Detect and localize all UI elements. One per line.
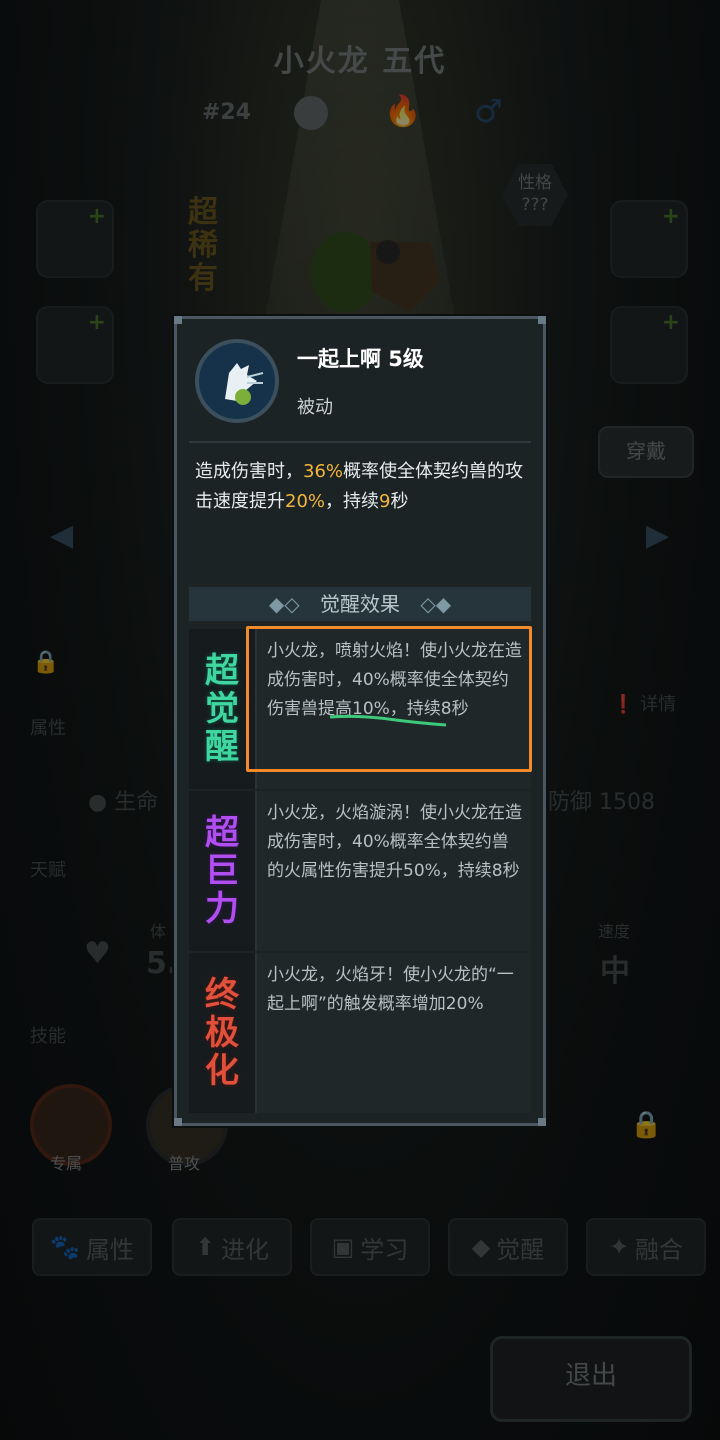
frame-corner <box>174 1118 182 1126</box>
awakening-row-2: 超巨力 小火龙，火焰漩涡！使小火龙在造成伤害时，40%概率全体契约兽的火属性伤害… <box>189 791 531 951</box>
skill-description: 造成伤害时，36%概率使全体契约兽的攻击速度提升20%，持续9秒 <box>195 457 525 517</box>
desc-highlight: 36% <box>303 461 344 482</box>
frame-corner <box>538 316 546 324</box>
annotation-underline <box>329 714 447 727</box>
skill-icon <box>195 339 279 423</box>
desc-text: 造成伤害时， <box>195 461 303 482</box>
awakening-text: 小火龙，火焰牙！使小火龙的“一起上啊”的触发概率增加20% <box>267 965 514 1014</box>
skill-type: 被动 <box>297 397 333 418</box>
desc-highlight: 9 <box>379 491 391 512</box>
rooster-icon <box>225 363 264 405</box>
desc-highlight: 20% <box>285 491 326 512</box>
annotation-highlight-box <box>246 626 532 772</box>
awakening-text: 小火龙，火焰漩涡！使小火龙在造成伤害时，40%概率全体契约兽的火属性伤害提升50… <box>267 803 522 881</box>
awaken-header-label: 觉醒效果 <box>320 592 400 616</box>
divider <box>189 441 531 443</box>
diamond-left-icon: ◆◇ <box>268 592 300 616</box>
diamond-right-icon: ◇◆ <box>420 592 452 616</box>
badge-ultimate: 终极化 <box>189 953 257 1113</box>
skill-name: 一起上啊 5级 <box>297 347 424 371</box>
awaken-header: ◆◇ 觉醒效果 ◇◆ <box>189 587 531 621</box>
badge-text: 终极化 <box>205 975 239 1091</box>
desc-text: ，持续 <box>325 491 380 512</box>
awakening-row-3: 终极化 小火龙，火焰牙！使小火龙的“一起上啊”的触发概率增加20% <box>189 953 531 1113</box>
badge-text: 超觉醒 <box>205 651 239 767</box>
desc-text: 秒 <box>390 491 409 512</box>
frame-corner <box>538 1118 546 1126</box>
badge-super-power: 超巨力 <box>189 791 257 951</box>
badge-text: 超巨力 <box>205 813 239 929</box>
frame-corner <box>174 316 182 324</box>
